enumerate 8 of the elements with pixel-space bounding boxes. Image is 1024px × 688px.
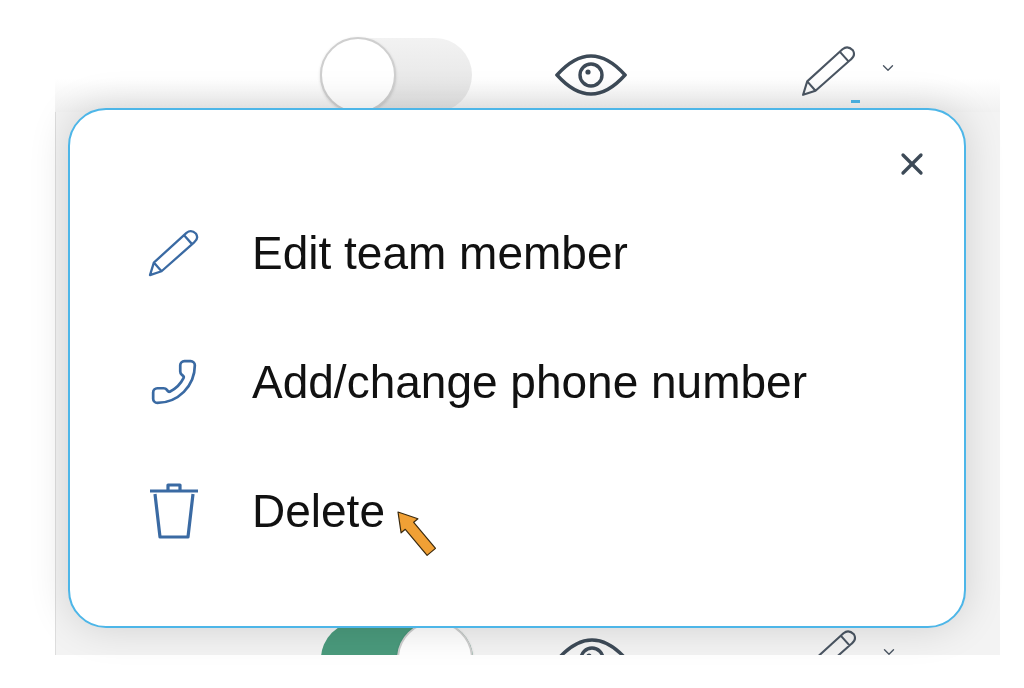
- eye-icon[interactable]: [555, 53, 627, 97]
- menu-item[interactable]: Add/change phone number: [148, 356, 807, 407]
- pencil-icon: [801, 45, 857, 97]
- dash-icon: [851, 100, 860, 103]
- menu-item[interactable]: Edit team member: [148, 228, 628, 277]
- pencil-icon: [148, 228, 200, 277]
- trash-icon: [148, 481, 200, 540]
- menu-item[interactable]: Delete: [148, 481, 385, 540]
